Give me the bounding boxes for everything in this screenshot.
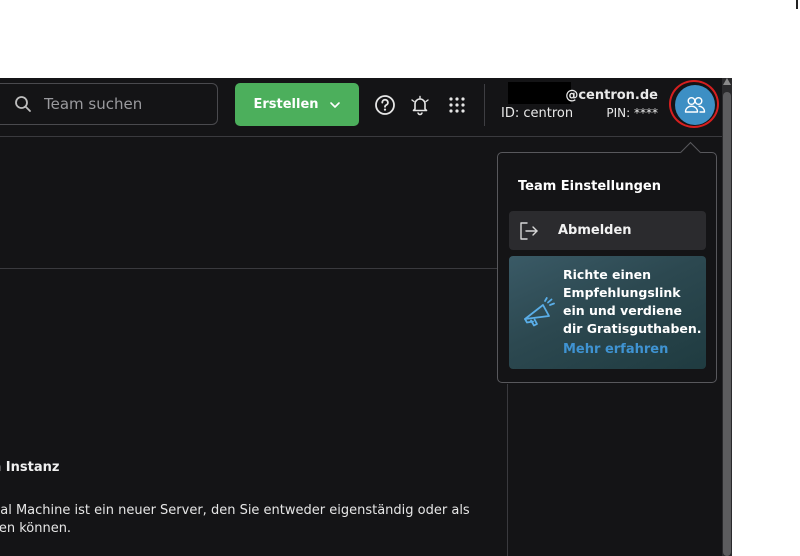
logout-label: Abmelden: [558, 223, 632, 238]
megaphone-icon: [519, 292, 559, 332]
learn-more-link[interactable]: Mehr erfahren: [563, 342, 668, 357]
account-id: ID: centron: [501, 106, 574, 121]
create-button[interactable]: Erstellen: [235, 83, 359, 126]
account-pin: PIN: ****: [606, 106, 658, 120]
team-settings-dropdown: Team Einstellungen Abmelden Richte einen…: [497, 141, 717, 383]
scrollbar[interactable]: [722, 78, 732, 556]
logout-icon: [518, 220, 540, 242]
users-icon: [684, 95, 706, 115]
panel-divider: [507, 384, 508, 556]
scrollbar-thumb[interactable]: [723, 92, 731, 556]
help-icon[interactable]: [373, 93, 397, 117]
redacted-username: [508, 82, 571, 104]
top-header: Erstellen @centron.de ID: centron PIN: *…: [0, 78, 722, 137]
logout-button[interactable]: Abmelden: [509, 211, 706, 250]
referral-promo-card[interactable]: Richte einen Empfehlungslink ein und ver…: [509, 256, 706, 369]
instance-description: ual Machine ist ein neuer Server, den Si…: [0, 503, 470, 536]
dropdown-title: Team Einstellungen: [518, 179, 661, 194]
search-icon: [14, 95, 32, 113]
content-divider: [0, 268, 507, 269]
scroll-up-arrow[interactable]: [723, 78, 731, 85]
instance-heading: n Instanz: [0, 460, 60, 475]
team-search[interactable]: [0, 83, 218, 125]
header-divider: [484, 84, 485, 126]
window-edge-mark: [796, 0, 798, 9]
search-input[interactable]: [44, 95, 204, 113]
referral-text: Richte einen Empfehlungslink ein und ver…: [563, 267, 702, 336]
team-avatar-button[interactable]: [675, 85, 715, 125]
account-info: @centron.de ID: centron PIN: ****: [500, 82, 662, 124]
bell-icon[interactable]: [408, 93, 432, 117]
account-email: @centron.de: [565, 88, 658, 103]
chevron-down-icon: [329, 101, 341, 109]
create-button-label: Erstellen: [253, 97, 319, 112]
apps-grid-icon[interactable]: [445, 93, 469, 117]
